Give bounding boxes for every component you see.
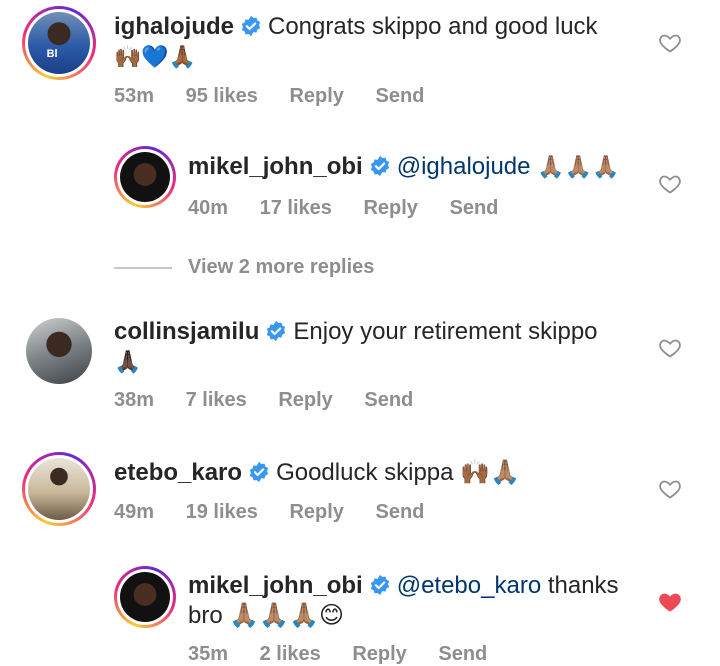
likes-count[interactable]: 19 likes	[186, 500, 258, 524]
avatar[interactable]	[22, 452, 96, 526]
likes-count[interactable]: 17 likes	[260, 196, 332, 220]
verified-badge-icon	[267, 320, 286, 342]
username[interactable]: collinsjamilu	[114, 318, 259, 345]
heart-icon[interactable]	[658, 336, 682, 360]
username[interactable]: etebo_karo	[114, 459, 242, 486]
reply-button[interactable]: Reply	[363, 196, 417, 220]
comment-text: Goodluck skippa 🙌🏾🙏🏽	[276, 459, 520, 486]
comment-text: Congrats skippo and good luck	[268, 13, 598, 40]
likes-count[interactable]: 2 likes	[260, 642, 321, 666]
comment-text: Enjoy your retirement skippo	[293, 318, 598, 345]
verified-badge-icon	[249, 461, 269, 483]
comment-age: 53m	[114, 85, 155, 107]
reply-button[interactable]: Reply	[289, 500, 343, 524]
view-more-replies[interactable]: View 2 more replies	[114, 256, 374, 279]
send-button[interactable]: Send	[449, 196, 498, 220]
avatar[interactable]: Bl	[22, 6, 96, 80]
avatar[interactable]	[114, 566, 176, 628]
send-button[interactable]: Send	[375, 500, 424, 524]
reply-button[interactable]: Reply	[352, 642, 406, 666]
send-button[interactable]: Send	[375, 84, 424, 108]
send-button[interactable]: Send	[438, 642, 487, 666]
likes-count[interactable]: 95 likes	[186, 84, 258, 108]
username[interactable]: ighalojude	[114, 13, 234, 40]
likes-count[interactable]: 7 likes	[186, 388, 247, 412]
verified-badge-icon	[241, 15, 261, 37]
comment-text-emoji: 🙏🏽🙏🏽🙏🏽	[537, 154, 620, 179]
heart-icon[interactable]	[658, 31, 682, 55]
verified-badge-icon	[370, 155, 389, 177]
comment-text: thanks	[547, 572, 619, 599]
username[interactable]: mikel_john_obi	[188, 153, 363, 180]
reply-button[interactable]: Reply	[289, 84, 343, 108]
mention-link[interactable]: @ighalojude	[397, 153, 531, 180]
comment-text-emoji: 🙌🏾💙🙏🏾	[114, 44, 197, 69]
mention-link[interactable]: @etebo_karo	[397, 572, 541, 599]
view-more-replies-label: View 2 more replies	[188, 256, 375, 278]
verified-badge-icon	[370, 574, 389, 596]
comment-age: 40m	[188, 197, 229, 219]
comment-text-line2: bro 🙏🏽🙏🏽🙏🏽😊	[188, 602, 345, 629]
comment-text-emoji: 🙏🏿	[114, 349, 142, 374]
send-button[interactable]: Send	[364, 388, 413, 412]
avatar[interactable]	[26, 318, 92, 384]
comment-age: 35m	[188, 643, 229, 665]
username[interactable]: mikel_john_obi	[188, 572, 363, 599]
heart-icon[interactable]	[658, 172, 682, 196]
comment-age: 38m	[114, 389, 155, 411]
avatar[interactable]	[114, 146, 176, 208]
comment-age: 49m	[114, 501, 155, 523]
divider	[114, 266, 172, 269]
heart-filled-icon[interactable]	[658, 590, 682, 614]
reply-button[interactable]: Reply	[278, 388, 332, 412]
heart-icon[interactable]	[658, 477, 682, 501]
